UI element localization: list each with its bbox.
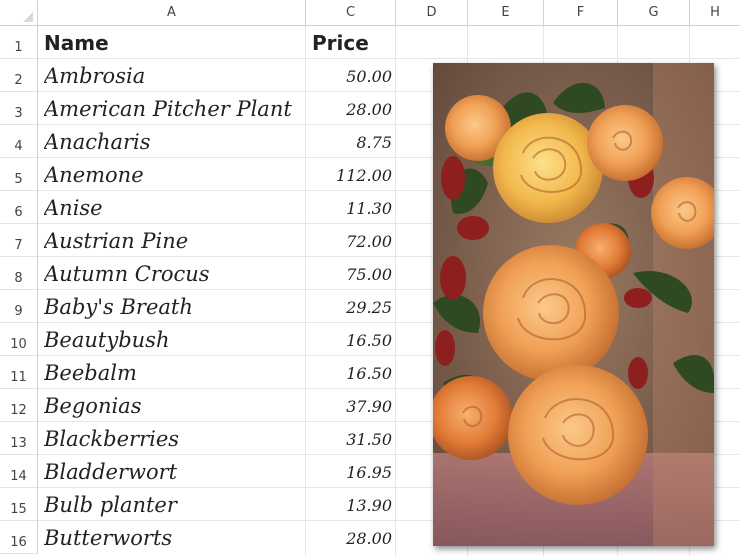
column-header-c[interactable]: C xyxy=(306,0,396,26)
cell-price[interactable]: 31.50 xyxy=(306,423,392,456)
row-header-4[interactable]: 4 xyxy=(0,125,38,158)
cell-price[interactable]: 50.00 xyxy=(306,60,392,93)
row-header-10[interactable]: 10 xyxy=(0,323,38,356)
cell-name[interactable]: Austrian Pine xyxy=(44,225,306,258)
cell-a1-name-header[interactable]: Name xyxy=(44,27,306,60)
column-header-d[interactable]: D xyxy=(396,0,468,26)
column-header-row: A C D E F G H xyxy=(0,0,740,26)
row-header-9[interactable]: 9 xyxy=(0,290,38,323)
row-header-2[interactable]: 2 xyxy=(0,59,38,92)
cell-price[interactable]: 13.90 xyxy=(306,489,392,522)
cell-price[interactable]: 16.50 xyxy=(306,324,392,357)
row-header-3[interactable]: 3 xyxy=(0,92,38,125)
row-header-16[interactable]: 16 xyxy=(0,521,38,554)
column-header-a[interactable]: A xyxy=(38,0,306,26)
spreadsheet: A C D E F G H 1 2 3 4 5 6 7 8 9 10 11 12… xyxy=(0,0,740,556)
cell-name[interactable]: Bladderwort xyxy=(44,456,306,489)
cell-name[interactable]: Autumn Crocus xyxy=(44,258,306,291)
column-header-h[interactable]: H xyxy=(690,0,740,26)
column-header-f[interactable]: F xyxy=(544,0,618,26)
cell-price[interactable]: 75.00 xyxy=(306,258,392,291)
grid-line xyxy=(395,26,396,556)
select-all-triangle-icon xyxy=(23,12,33,22)
cell-price[interactable]: 112.00 xyxy=(306,159,392,192)
cell-name[interactable]: Bulb planter xyxy=(44,489,306,522)
cell-name[interactable]: Ambrosia xyxy=(44,60,306,93)
cell-name[interactable]: Butterworts xyxy=(44,522,306,555)
row-header-14[interactable]: 14 xyxy=(0,455,38,488)
cell-price[interactable]: 37.90 xyxy=(306,390,392,423)
row-header-1[interactable]: 1 xyxy=(0,26,38,59)
roses-picture[interactable] xyxy=(433,63,714,546)
row-header-13[interactable]: 13 xyxy=(0,422,38,455)
row-header-6[interactable]: 6 xyxy=(0,191,38,224)
cell-name[interactable]: Baby's Breath xyxy=(44,291,306,324)
cell-name[interactable]: Beautybush xyxy=(44,324,306,357)
cell-price[interactable]: 8.75 xyxy=(306,126,392,159)
column-header-e[interactable]: E xyxy=(468,0,544,26)
cell-name[interactable]: Anise xyxy=(44,192,306,225)
row-header-11[interactable]: 11 xyxy=(0,356,38,389)
cell-name[interactable]: American Pitcher Plant xyxy=(44,93,306,126)
cell-price[interactable]: 16.50 xyxy=(306,357,392,390)
cell-name[interactable]: Blackberries xyxy=(44,423,306,456)
cell-name[interactable]: Begonias xyxy=(44,390,306,423)
row-header-5[interactable]: 5 xyxy=(0,158,38,191)
cell-c1-price-header[interactable]: Price xyxy=(312,27,398,60)
cell-price[interactable]: 11.30 xyxy=(306,192,392,225)
row-header-8[interactable]: 8 xyxy=(0,257,38,290)
row-header-15[interactable]: 15 xyxy=(0,488,38,521)
column-header-g[interactable]: G xyxy=(618,0,690,26)
cell-name[interactable]: Anacharis xyxy=(44,126,306,159)
row-header-7[interactable]: 7 xyxy=(0,224,38,257)
cell-price[interactable]: 28.00 xyxy=(306,93,392,126)
cell-price[interactable]: 29.25 xyxy=(306,291,392,324)
cell-price[interactable]: 72.00 xyxy=(306,225,392,258)
cell-price[interactable]: 28.00 xyxy=(306,522,392,555)
select-all-corner[interactable] xyxy=(0,0,38,26)
cell-name[interactable]: Anemone xyxy=(44,159,306,192)
cell-price[interactable]: 16.95 xyxy=(306,456,392,489)
cell-name[interactable]: Beebalm xyxy=(44,357,306,390)
roses-illustration xyxy=(433,63,714,546)
row-header-12[interactable]: 12 xyxy=(0,389,38,422)
